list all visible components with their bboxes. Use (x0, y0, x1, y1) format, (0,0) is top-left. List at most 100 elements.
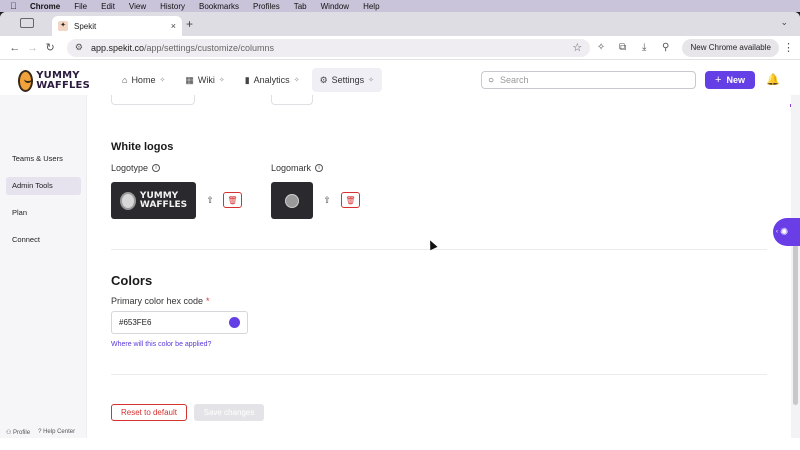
upload-logotype-button[interactable]: ⇧ (201, 192, 219, 208)
nav-settings[interactable]: ⚙ Settings ✧ (311, 68, 383, 92)
url-host: app.spekit.co (90, 42, 144, 53)
waffle-mascot-icon (18, 70, 34, 92)
spekit-favicon-icon: ✦ (58, 21, 68, 31)
profile-link[interactable]: ⚇ Profile (6, 429, 30, 436)
new-tab-icon[interactable]: + (186, 17, 193, 31)
color-swatch[interactable] (229, 317, 240, 328)
download-icon[interactable]: ⤓ (633, 42, 655, 53)
new-chrome-available-button[interactable]: New Chrome available (682, 38, 779, 57)
search-input[interactable]: ○ Search (481, 71, 696, 89)
primary-color-label: Primary color hex code * (111, 296, 210, 306)
primary-color-label-text: Primary color hex code (111, 296, 204, 306)
chevron-left-icon: ‹ (776, 229, 778, 235)
help-center-link[interactable]: ? Help Center (38, 429, 75, 436)
address-bar[interactable]: ⚙ app.spekit.co/app/settings/customize/c… (66, 38, 591, 57)
color-usage-help-link[interactable]: Where will this color be applied? (111, 341, 211, 348)
logotype-wordmark: YUMMY WAFFLES (139, 191, 188, 210)
logotype-line-2: WAFFLES (139, 199, 188, 210)
extension-spark-icon[interactable]: ✧ (590, 42, 612, 53)
white-logos-title: White logos (111, 141, 174, 153)
search-placeholder: Search (500, 75, 529, 85)
white-logomark-preview (271, 182, 313, 219)
section-divider (111, 249, 767, 250)
sidebar-item-admin-tools[interactable]: Admin Tools (6, 177, 81, 195)
brand-logo[interactable]: YUMMY WAFFLES (18, 66, 90, 96)
upload-icon: ⇧ (323, 194, 331, 205)
logomark-label: Logomark i (271, 163, 324, 173)
menu-bookmarks[interactable]: Bookmarks (199, 2, 239, 11)
upload-logomark-button[interactable]: ⇧ (318, 192, 336, 208)
menu-window[interactable]: Window (321, 2, 349, 11)
nav-analytics[interactable]: ▮ Analytics ✧ (237, 68, 308, 92)
chrome-menu-icon[interactable]: ⋮ (783, 41, 794, 54)
upload-icon: ⇧ (206, 194, 214, 205)
section-divider (111, 374, 767, 375)
reload-icon[interactable]: ↻ (41, 41, 59, 54)
forward-icon[interactable]: → (24, 42, 42, 54)
bookmark-star-icon[interactable]: ☆ (572, 41, 582, 54)
waffle-mascot-icon (119, 191, 136, 210)
scrollbar-thumb[interactable] (793, 245, 798, 405)
nav-wiki[interactable]: ▦ Wiki ✧ (177, 68, 232, 92)
menu-help[interactable]: Help (363, 2, 379, 11)
logotype-label-text: Logotype (111, 163, 149, 173)
nav-home[interactable]: ⌂ Home ✧ (114, 68, 173, 92)
settings-main: White logos Logotype i YUMMY WAFFLES ⇧ 🗑… (87, 95, 790, 438)
browser-toolbar: ← → ↻ ⚙ app.spekit.co/app/settings/custo… (0, 36, 800, 60)
profile-link-label: Profile (13, 430, 31, 436)
apple-icon[interactable]:  (10, 1, 20, 11)
settings-sidebar: Teams & Users Admin Tools Plan Connect ⚇… (0, 95, 87, 438)
profile-icon[interactable]: ⚲ (655, 42, 677, 53)
logomark-image (285, 193, 299, 208)
search-icon: ○ (488, 74, 495, 86)
site-info-icon[interactable]: ⚙ (75, 42, 83, 53)
delete-logomark-button[interactable]: 🗑 (341, 192, 360, 208)
color-logotype-card (111, 95, 195, 105)
spekit-assistant-tab[interactable]: ‹ ✺ (773, 218, 800, 246)
spark-icon: ✧ (218, 77, 225, 84)
delete-logotype-button[interactable]: 🗑 (223, 192, 242, 208)
menu-profiles[interactable]: Profiles (253, 2, 280, 11)
info-icon[interactable]: i (152, 164, 161, 172)
menu-view[interactable]: View (129, 2, 146, 11)
close-tab-icon[interactable]: × (171, 21, 176, 31)
reset-to-default-button[interactable]: Reset to default (111, 404, 187, 421)
info-icon[interactable]: i (315, 164, 324, 172)
primary-color-hex-input[interactable]: #653FE6 (111, 311, 248, 334)
home-icon: ⌂ (122, 75, 128, 85)
hex-value: #653FE6 (119, 318, 152, 327)
color-logomark-card (271, 95, 313, 105)
wiki-icon: ▦ (185, 74, 194, 85)
bell-icon[interactable]: 🔔 (766, 73, 780, 86)
sidebar-item-teams-users[interactable]: Teams & Users (6, 150, 81, 168)
colors-title: Colors (111, 273, 153, 288)
logotype-label: Logotype i (111, 163, 161, 173)
sidebar-item-connect[interactable]: Connect (6, 231, 81, 249)
tab-search-chevron-icon[interactable]: ⌄ (780, 17, 788, 28)
trash-icon: 🗑 (345, 195, 356, 205)
logomark-label-text: Logomark (271, 163, 312, 173)
menu-file[interactable]: File (74, 2, 87, 11)
page-scrollbar[interactable] (791, 95, 800, 438)
menu-edit[interactable]: Edit (101, 2, 115, 11)
sidebar-item-plan[interactable]: Plan (6, 204, 81, 222)
menu-tab[interactable]: Tab (294, 2, 307, 11)
help-center-label: Help Center (43, 429, 76, 435)
main-nav: ⌂ Home ✧ ▦ Wiki ✧ ▮ Analytics ✧ ⚙ Settin… (114, 68, 383, 92)
nav-analytics-label: Analytics (253, 75, 290, 85)
brand-line-2: WAFFLES (36, 80, 90, 91)
nav-home-label: Home (131, 75, 156, 85)
nav-wiki-label: Wiki (197, 75, 215, 85)
url-path: /app/settings/customize/columns (144, 42, 275, 53)
spark-icon: ✧ (293, 77, 300, 84)
back-icon[interactable]: ← (6, 42, 24, 54)
required-asterisk: * (206, 296, 210, 306)
save-changes-button[interactable]: Save changes (194, 404, 264, 421)
spark-icon: ✧ (159, 77, 166, 84)
extensions-puzzle-icon[interactable]: ⧉ (612, 42, 634, 53)
new-button[interactable]: + New (705, 71, 755, 89)
browser-tab[interactable]: ✦ Spekit × (52, 16, 182, 36)
menu-chrome[interactable]: Chrome (30, 2, 60, 11)
menu-history[interactable]: History (160, 2, 185, 11)
tab-sidebar-icon[interactable] (20, 18, 34, 28)
